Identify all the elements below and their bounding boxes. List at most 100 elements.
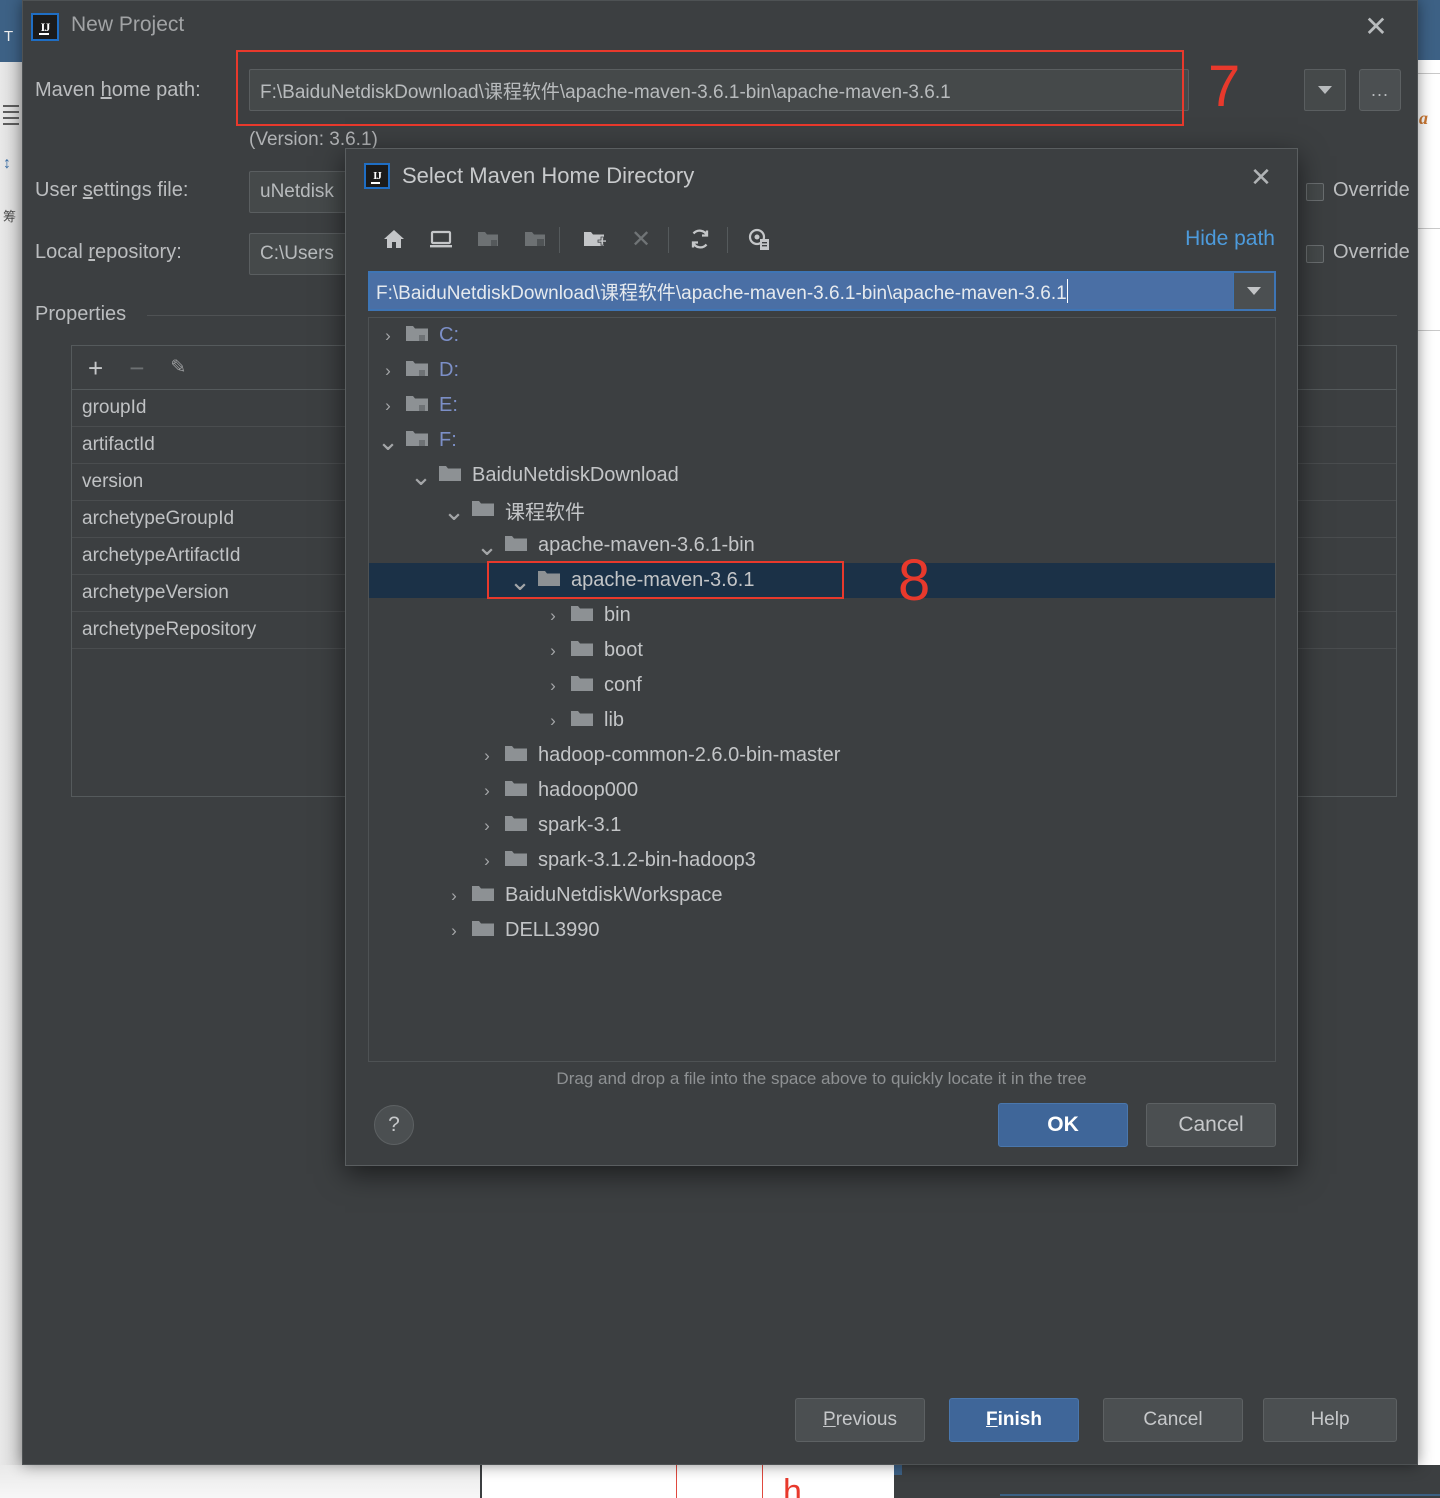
chevron-down-icon[interactable]: ⌄ <box>410 463 432 489</box>
close-icon[interactable]: ✕ <box>1245 161 1277 193</box>
tree-node[interactable]: › lib <box>369 703 1275 738</box>
tree-node-label: 课程软件 <box>505 502 585 524</box>
tree-node-label: lib <box>604 709 625 731</box>
tree-node-label: E: <box>439 394 458 416</box>
show-hidden-files-icon[interactable] <box>739 219 779 259</box>
directory-tree[interactable]: › C: › D: › E: ⌄ F: ⌄ BaiduNetdiskDownload ⌄ 课程软件 ⌄ a… <box>368 317 1276 1062</box>
help-button[interactable]: Help <box>1263 1398 1397 1442</box>
maven-home-browse-button[interactable]: ... <box>1359 69 1401 111</box>
property-name: archetypeGroupId <box>82 508 235 529</box>
help-button[interactable]: ? <box>374 1105 414 1145</box>
chevron-down-icon[interactable]: ⌄ <box>377 428 399 454</box>
tree-node[interactable]: › DELL3990 <box>369 913 1275 948</box>
local-repository-override-label: Override <box>1333 241 1410 263</box>
chevron-down-icon[interactable]: ⌄ <box>476 533 498 559</box>
ide-bottom-panel-left <box>0 1465 480 1498</box>
cancel-button[interactable]: Cancel <box>1103 1398 1243 1442</box>
local-repository-override-checkbox[interactable] <box>1306 245 1324 263</box>
hide-path-link[interactable]: Hide path <box>1185 227 1275 251</box>
folder-icon <box>504 533 528 559</box>
path-dropdown-arrow[interactable] <box>1234 273 1274 309</box>
ide-code-fragment: a <box>1419 108 1428 128</box>
ide-left-tab[interactable]: T <box>0 0 22 62</box>
tree-node-label: F: <box>439 429 457 451</box>
remove-property-icon[interactable]: − <box>129 355 144 381</box>
folder-icon <box>504 743 528 769</box>
intellij-logo-icon: IJ <box>31 13 59 41</box>
tree-node-label: hadoop-common-2.6.0-bin-master <box>538 744 841 766</box>
tree-node[interactable]: › hadoop-common-2.6.0-bin-master <box>369 738 1275 773</box>
new-folder-icon[interactable] <box>574 219 614 259</box>
tree-node-label: apache-maven-3.6.1-bin <box>538 534 755 556</box>
file-chooser-toolbar: ✕ Hide path <box>346 211 1297 267</box>
tree-node-label: BaiduNetdiskWorkspace <box>505 884 723 906</box>
chevron-right-icon[interactable]: › <box>443 921 465 941</box>
finish-button[interactable]: Finish <box>949 1398 1079 1442</box>
tree-node[interactable]: › boot <box>369 633 1275 668</box>
local-repository-label: Local repository: <box>35 241 182 263</box>
annotation-box-selected-folder <box>487 561 844 599</box>
select-maven-dialog-footer: ? OK Cancel <box>346 1091 1297 1165</box>
chevron-right-icon[interactable]: › <box>476 851 498 871</box>
close-icon[interactable]: ✕ <box>1359 9 1393 43</box>
chevron-right-icon[interactable]: › <box>476 816 498 836</box>
refresh-icon[interactable] <box>680 219 720 259</box>
chevron-right-icon[interactable]: › <box>377 396 399 416</box>
chevron-down-icon <box>1247 287 1261 295</box>
tree-node[interactable]: › conf <box>369 668 1275 703</box>
tree-node[interactable]: › spark-3.1 <box>369 808 1275 843</box>
ide-left-cjk-icon[interactable]: 筹 <box>3 206 16 225</box>
ide-bottom-accent <box>894 1465 902 1475</box>
chevron-right-icon[interactable]: › <box>443 886 465 906</box>
property-name: artifactId <box>82 434 155 455</box>
chevron-down-icon[interactable]: ⌄ <box>443 498 465 524</box>
chevron-right-icon[interactable]: › <box>542 711 564 731</box>
tree-node-label: boot <box>604 639 643 661</box>
path-input[interactable]: F:\BaiduNetdiskDownload\课程软件\apache-mave… <box>370 273 1234 309</box>
new-project-button-bar: Previous Finish Cancel Help <box>23 1378 1417 1464</box>
cancel-button[interactable]: Cancel <box>1146 1103 1276 1147</box>
home-icon[interactable] <box>374 219 414 259</box>
chevron-right-icon[interactable]: › <box>542 676 564 696</box>
tree-node-label: spark-3.1 <box>538 814 622 836</box>
user-settings-override-checkbox[interactable] <box>1306 183 1324 201</box>
path-combobox[interactable]: F:\BaiduNetdiskDownload\课程软件\apache-mave… <box>368 271 1276 311</box>
drive-folder-icon <box>405 323 429 349</box>
chevron-right-icon[interactable]: › <box>377 361 399 381</box>
tree-node-label: DELL3990 <box>505 919 600 941</box>
tree-node[interactable]: › E: <box>369 388 1275 423</box>
edit-property-icon[interactable]: ✎ <box>170 356 186 379</box>
folder-icon <box>570 638 594 664</box>
ide-bottom-blue-underline <box>1000 1494 1440 1496</box>
chevron-right-icon[interactable]: › <box>377 326 399 346</box>
toolbar-divider-2 <box>668 227 669 253</box>
chevron-right-icon[interactable]: › <box>476 746 498 766</box>
tree-node[interactable]: › C: <box>369 318 1275 353</box>
select-maven-home-dialog: IJ Select Maven Home Directory ✕ ✕ Hide … <box>345 148 1298 1166</box>
tree-node[interactable]: ⌄ apache-maven-3.6.1-bin <box>369 528 1275 563</box>
previous-button[interactable]: Previous <box>795 1398 925 1442</box>
new-project-titlebar: IJ New Project ✕ <box>23 1 1417 53</box>
chevron-right-icon[interactable]: › <box>542 641 564 661</box>
chevron-down-icon <box>1318 86 1332 94</box>
select-maven-dialog-title: Select Maven Home Directory <box>402 163 695 188</box>
tree-node[interactable]: › spark-3.1.2-bin-hadoop3 <box>369 843 1275 878</box>
tree-node[interactable]: ⌄ 课程软件 <box>369 493 1275 528</box>
sort-arrows-icon[interactable]: ↕ <box>3 156 11 172</box>
tree-node[interactable]: ⌄ BaiduNetdiskDownload <box>369 458 1275 493</box>
tree-node[interactable]: › bin <box>369 598 1275 633</box>
chevron-right-icon[interactable]: › <box>542 606 564 626</box>
tree-node[interactable]: › D: <box>369 353 1275 388</box>
intellij-logo-icon: IJ <box>364 163 390 189</box>
ide-left-tab-label: T <box>4 28 14 45</box>
tree-node[interactable]: › hadoop000 <box>369 773 1275 808</box>
structure-lines-icon[interactable] <box>3 105 19 129</box>
tree-node[interactable]: ⌄ F: <box>369 423 1275 458</box>
desktop-icon[interactable] <box>421 219 461 259</box>
add-property-icon[interactable]: + <box>88 355 103 381</box>
delete-icon: ✕ <box>630 225 652 253</box>
maven-home-path-dropdown-arrow[interactable] <box>1304 69 1346 111</box>
chevron-right-icon[interactable]: › <box>476 781 498 801</box>
tree-node[interactable]: › BaiduNetdiskWorkspace <box>369 878 1275 913</box>
ok-button[interactable]: OK <box>998 1103 1128 1147</box>
